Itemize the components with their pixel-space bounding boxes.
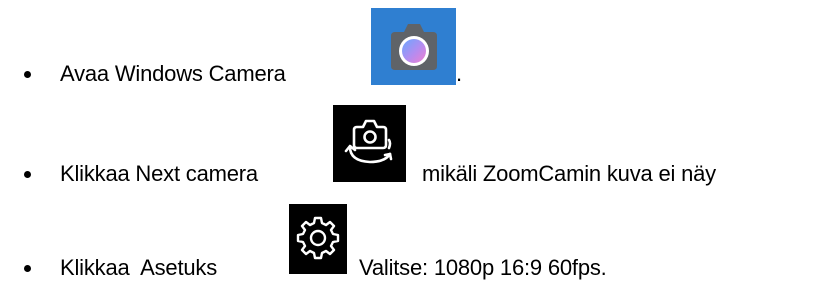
windows-camera-app-icon xyxy=(371,8,456,85)
switch-camera-icon xyxy=(333,105,406,182)
item-text-before: Avaa Windows Camera xyxy=(60,61,286,86)
bullet xyxy=(24,71,31,78)
settings-gear-icon xyxy=(289,204,347,274)
item-text-after: Valitse: 1080p 16:9 60fps. xyxy=(359,255,607,280)
bullet xyxy=(24,265,31,272)
list-item-next-camera: Klikkaa Next camera mikäli ZoomCamin kuv… xyxy=(0,100,824,186)
item-text-after: mikäli ZoomCamin kuva ei näy xyxy=(422,161,716,186)
item-text-after: . xyxy=(456,61,462,86)
item-text-before: Klikkaa Next camera xyxy=(60,161,258,186)
list-item-open-camera: Avaa Windows Camera . xyxy=(0,0,824,86)
list-item-settings: Klikkaa Asetuks Valitse: 1080p 16:9 60fp… xyxy=(0,194,824,280)
bullet xyxy=(24,171,31,178)
item-text-before: Klikkaa Asetuks xyxy=(60,255,217,280)
